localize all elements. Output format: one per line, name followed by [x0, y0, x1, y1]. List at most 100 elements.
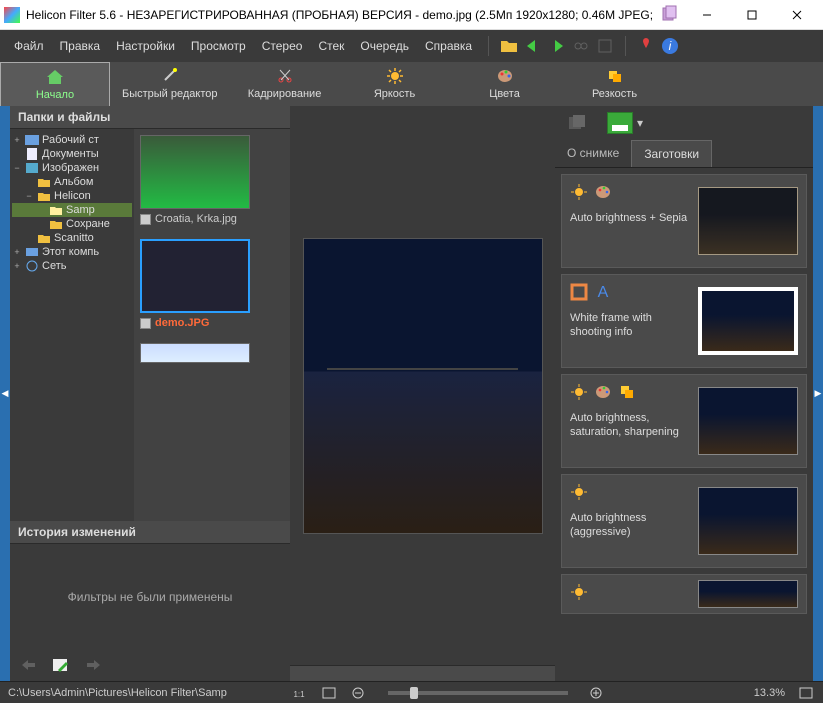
zoom-out-icon[interactable] [350, 685, 368, 701]
tree-desktop[interactable]: Рабочий ст [42, 134, 99, 146]
svg-text:i: i [669, 39, 672, 53]
tab-crop[interactable]: Кадрирование [230, 62, 340, 106]
sun-icon [570, 383, 588, 405]
sun-icon [570, 583, 588, 601]
link-icon[interactable] [571, 36, 591, 56]
floppy-icon [607, 112, 633, 134]
preview-image[interactable] [303, 238, 543, 534]
thumb-item[interactable]: Croatia, Krka.jpg [140, 135, 284, 225]
preview-area [290, 106, 555, 681]
forward-icon[interactable] [547, 36, 567, 56]
sharpen-icon [618, 383, 636, 405]
palette-icon [594, 183, 612, 205]
thumb-image [140, 343, 250, 363]
preset-item[interactable]: Auto brightness, saturation, sharpening [561, 374, 807, 468]
frame-icon [570, 283, 588, 305]
horizontal-scrollbar[interactable] [290, 665, 555, 681]
minimize-button[interactable] [684, 1, 729, 29]
folders-header: Папки и файлы [10, 106, 290, 129]
tree-samp[interactable]: Samp [66, 204, 95, 216]
presets-list: Auto brightness + Sepia A White frame wi… [555, 168, 813, 681]
preset-item[interactable]: Auto brightness (aggressive) [561, 474, 807, 568]
tree-thispc[interactable]: Этот компь [42, 246, 99, 258]
menubar: Файл Правка Настройки Просмотр Стерео Ст… [0, 30, 823, 62]
menu-queue[interactable]: Очередь [354, 35, 415, 57]
back-icon[interactable] [523, 36, 543, 56]
menu-edit[interactable]: Правка [54, 35, 107, 57]
folder-tree[interactable]: +Рабочий ст Документы −Изображен Альбом … [10, 129, 134, 521]
menu-settings[interactable]: Настройки [110, 35, 181, 57]
titlebar: Helicon Filter 5.6 - НЕЗАРЕГИСТРИРОВАННА… [0, 0, 823, 30]
tab-home[interactable]: Начало [0, 62, 110, 106]
preset-label: Auto brightness + Sepia [570, 211, 690, 225]
preset-item[interactable]: A White frame with shooting info [561, 274, 807, 368]
app-icon [4, 7, 20, 23]
info-icon[interactable]: i [660, 36, 680, 56]
thumb-item[interactable] [140, 343, 284, 363]
menu-stack[interactable]: Стек [312, 35, 350, 57]
zoom-slider[interactable] [388, 691, 568, 695]
history-header: История изменений [10, 521, 290, 544]
tab-sharpness[interactable]: Резкость [560, 62, 670, 106]
thumb-checkbox[interactable] [140, 214, 151, 225]
save-button[interactable]: ▾ [607, 112, 643, 134]
tab-quick-editor[interactable]: Быстрый редактор [110, 62, 230, 106]
tool-tabs: Начало Быстрый редактор Кадрирование Ярк… [0, 62, 823, 106]
fullscreen-icon[interactable] [797, 685, 815, 701]
panel-collapse-left[interactable]: ◀ [0, 106, 10, 681]
zoom-in-icon[interactable] [588, 685, 606, 701]
documents-icon[interactable] [660, 5, 680, 25]
close-button[interactable] [774, 1, 819, 29]
open-folder-icon[interactable] [499, 36, 519, 56]
thumb-filename: Croatia, Krka.jpg [155, 213, 237, 225]
history-redo-icon[interactable] [82, 654, 104, 676]
scissors-icon [276, 68, 294, 86]
zoom-1to1-icon[interactable]: 1:1 [290, 685, 308, 701]
preset-item[interactable]: Auto brightness + Sepia [561, 174, 807, 268]
tab-colors[interactable]: Цвета [450, 62, 560, 106]
window-title: Helicon Filter 5.6 - НЕЗАРЕГИСТРИРОВАННА… [26, 8, 656, 22]
preset-label: White frame with shooting info [570, 311, 690, 340]
tree-saved[interactable]: Сохране [66, 218, 110, 230]
wand-icon [161, 68, 179, 86]
tree-documents[interactable]: Документы [42, 148, 99, 160]
sun-icon [570, 183, 588, 205]
thumb-checkbox[interactable] [140, 318, 151, 329]
menu-view[interactable]: Просмотр [185, 35, 252, 57]
text-icon: A [594, 283, 612, 305]
tree-scanitto[interactable]: Scanitto [54, 232, 94, 244]
sun-icon [386, 68, 404, 86]
thumb-image [140, 239, 250, 313]
zoom-fit-icon[interactable] [320, 685, 338, 701]
preset-label: Auto brightness (aggressive) [570, 511, 690, 540]
pin-icon[interactable] [636, 36, 656, 56]
maximize-button[interactable] [729, 1, 774, 29]
batch-icon[interactable] [567, 113, 589, 133]
tab-presets[interactable]: Заготовки [631, 140, 712, 167]
panel-collapse-right[interactable]: ▶ [813, 106, 823, 681]
tree-images[interactable]: Изображен [42, 162, 99, 174]
menu-help[interactable]: Справка [419, 35, 478, 57]
menu-stereo[interactable]: Стерео [256, 35, 309, 57]
preset-thumb [698, 487, 798, 555]
preset-thumb [698, 580, 798, 608]
menu-file[interactable]: Файл [8, 35, 50, 57]
history-apply-icon[interactable] [50, 654, 72, 676]
thumb-item[interactable]: demo.JPG [140, 239, 284, 329]
tree-network[interactable]: Сеть [42, 260, 66, 272]
thumbnail-list: Croatia, Krka.jpg demo.JPG [134, 129, 290, 521]
tree-album[interactable]: Альбом [54, 176, 93, 188]
sun-icon [570, 483, 588, 505]
history-empty-text: Фильтры не были применены [10, 544, 290, 649]
svg-text:1:1: 1:1 [293, 690, 305, 699]
zoom-knob[interactable] [410, 687, 418, 699]
history-undo-icon[interactable] [18, 654, 40, 676]
preset-thumb [698, 387, 798, 455]
dropdown-icon[interactable]: ▾ [637, 116, 643, 130]
sharpen-icon [606, 68, 624, 86]
tree-helicon[interactable]: Helicon [54, 190, 91, 202]
grid-icon[interactable] [595, 36, 615, 56]
preset-item[interactable] [561, 574, 807, 614]
tab-brightness[interactable]: Яркость [340, 62, 450, 106]
tab-about-image[interactable]: О снимке [555, 140, 631, 167]
